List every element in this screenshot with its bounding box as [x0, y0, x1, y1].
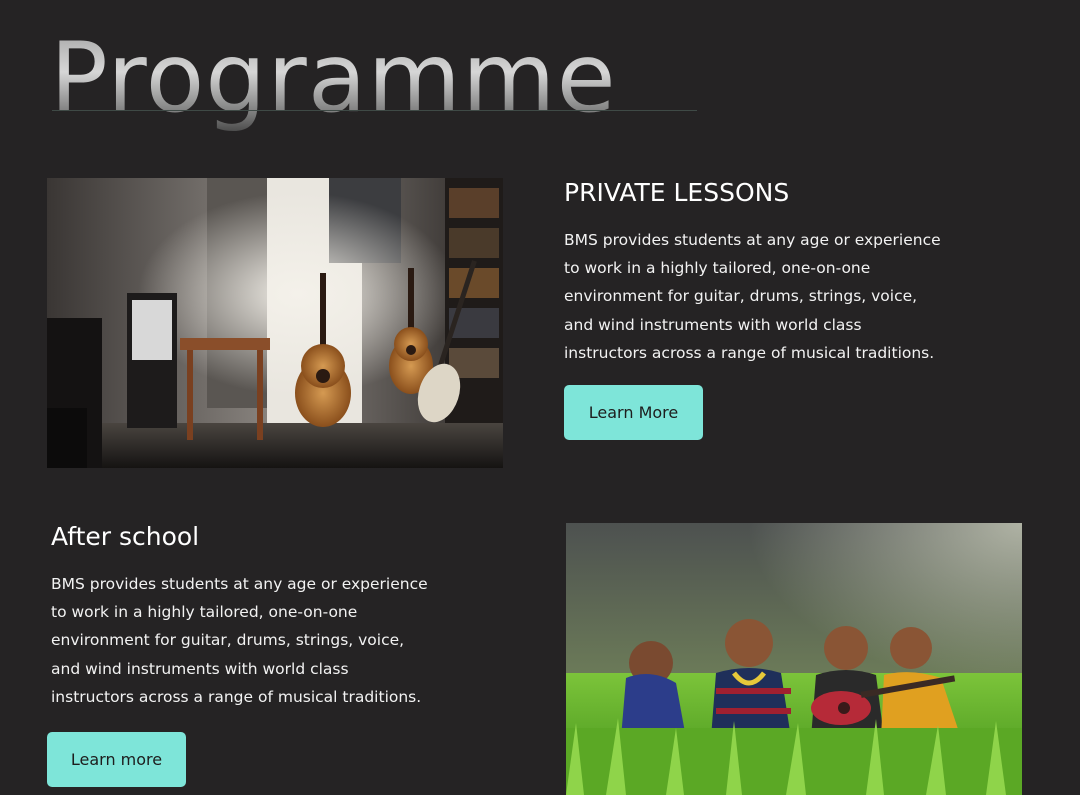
- private-lessons-description: BMS provides students at any age or expe…: [564, 231, 941, 362]
- title-divider: [52, 110, 697, 111]
- private-lessons-heading: PRIVATE LESSONS: [564, 178, 790, 207]
- page-title: Programme: [50, 18, 617, 138]
- after-school-learn-more-button[interactable]: Learn more: [47, 732, 186, 787]
- after-school-heading: After school: [51, 522, 200, 551]
- studio-photo: [47, 178, 503, 468]
- private-lessons-learn-more-button[interactable]: Learn More: [564, 385, 703, 440]
- kids-photo: [566, 523, 1022, 795]
- after-school-description: BMS provides students at any age or expe…: [51, 575, 428, 706]
